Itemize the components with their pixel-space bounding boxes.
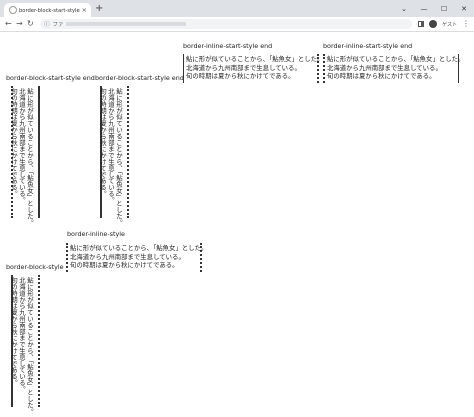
text-line: 旬の時期は夏から秋にかけてである。 <box>70 261 179 270</box>
toolbar-right: ゲスト ⋮ <box>417 19 470 29</box>
demo-box: 鮎に形が似ていることから、「鮎魚女」とした。 北海道から九州南部まで生息している… <box>323 54 465 83</box>
text-line: 北海道から九州南部まで生息している。 <box>107 88 115 204</box>
text-line: 鮎に形が似ていることから、「鮎魚女」とした。 <box>26 88 34 226</box>
tab-strip: border-block-start-styleプロパテ × + ⌄ — ☐ ✕ <box>0 0 474 17</box>
address-text: ファ <box>52 22 64 28</box>
close-window-button[interactable]: ✕ <box>454 0 474 17</box>
text-line: 北海道から九州南部まで生息している。 <box>18 277 26 393</box>
menu-icon[interactable]: ⋮ <box>462 19 470 29</box>
demo-label: border-inline-start-style end <box>183 42 273 50</box>
demo-label: border-inline-start-style end <box>323 42 413 50</box>
text-line: 北海道から九州南部まで生息している。 <box>186 63 301 72</box>
address-bar[interactable]: ⓘ ファ <box>40 19 412 29</box>
tab-search-icon[interactable]: ⌄ <box>394 0 414 17</box>
text-line: 北海道から九州南部まで生息している。 <box>327 63 442 72</box>
side-panel-icon[interactable] <box>417 21 424 27</box>
text-line: 北海道から九州南部まで生息している。 <box>70 252 185 261</box>
text-line: 鮎に形が似ていることから、「鮎魚女」とした。 <box>26 277 34 415</box>
profile-icon[interactable] <box>428 20 437 28</box>
text-line: 旬の時期は夏から秋にかけてである。 <box>10 88 18 197</box>
browser-toolbar: ← → ↻ ⓘ ファ ゲスト ⋮ <box>0 17 474 32</box>
demo-label: border-block-style <box>6 263 64 271</box>
globe-icon <box>9 6 17 14</box>
window-controls: ⌄ — ☐ ✕ <box>394 0 474 17</box>
tab-title: border-block-start-styleプロパテ <box>19 7 80 14</box>
demo-label: border-inline-style <box>67 230 125 238</box>
demo-label: border-block-start-style end <box>95 74 184 82</box>
address-redacted <box>65 22 186 26</box>
demo-box: 鮎に形が似ていることから、「鮎魚女」とした。 北海道から九州南部まで生息している… <box>10 275 40 415</box>
demo-box: 鮎に形が似ていることから、「鮎魚女」とした。 北海道から九州南部まで生息している… <box>99 86 129 226</box>
text-line: 鮎に形が似ていることから、「鮎魚女」とした。 <box>70 244 208 252</box>
demo-box: 鮎に形が似ていることから、「鮎魚女」とした。 北海道から九州南部まで生息している… <box>10 86 40 226</box>
close-tab-icon[interactable]: × <box>82 7 87 14</box>
demo-box: 鮎に形が似ていることから、「鮎魚女」とした。 北海道から九州南部まで生息している… <box>66 243 208 272</box>
text-line: 鮎に形が似ていることから、「鮎魚女」とした。 <box>327 55 465 63</box>
text-line: 鮎に形が似ていることから、「鮎魚女」とした。 <box>186 55 324 63</box>
minimize-button[interactable]: — <box>414 0 434 17</box>
browser-tab[interactable]: border-block-start-styleプロパテ × <box>4 3 91 17</box>
forward-button[interactable]: → <box>16 18 23 30</box>
page-content: border-block-start-style end 鮎に形が似ていることか… <box>0 32 474 417</box>
demo-box: 鮎に形が似ていることから、「鮎魚女」とした。 北海道から九州南部まで生息している… <box>183 54 324 83</box>
reload-button[interactable]: ↻ <box>27 18 34 30</box>
demo-label: border-block-start-style end <box>6 74 95 82</box>
text-line: 北海道から九州南部まで生息している。 <box>18 88 26 204</box>
info-icon[interactable]: ⓘ <box>44 20 50 28</box>
text-line: 旬の時期は夏から秋にかけてである。 <box>10 277 18 386</box>
text-line: 旬の時期は夏から秋にかけてである。 <box>327 72 436 81</box>
text-line: 旬の時期は夏から秋にかけてである。 <box>186 72 295 81</box>
profile-label[interactable]: ゲスト <box>442 21 457 28</box>
new-tab-button[interactable]: + <box>95 3 103 14</box>
text-line: 旬の時期は夏から秋にかけてである。 <box>99 88 107 197</box>
back-button[interactable]: ← <box>5 18 12 30</box>
text-line: 鮎に形が似ていることから、「鮎魚女」とした。 <box>115 88 123 226</box>
maximize-button[interactable]: ☐ <box>434 0 454 17</box>
